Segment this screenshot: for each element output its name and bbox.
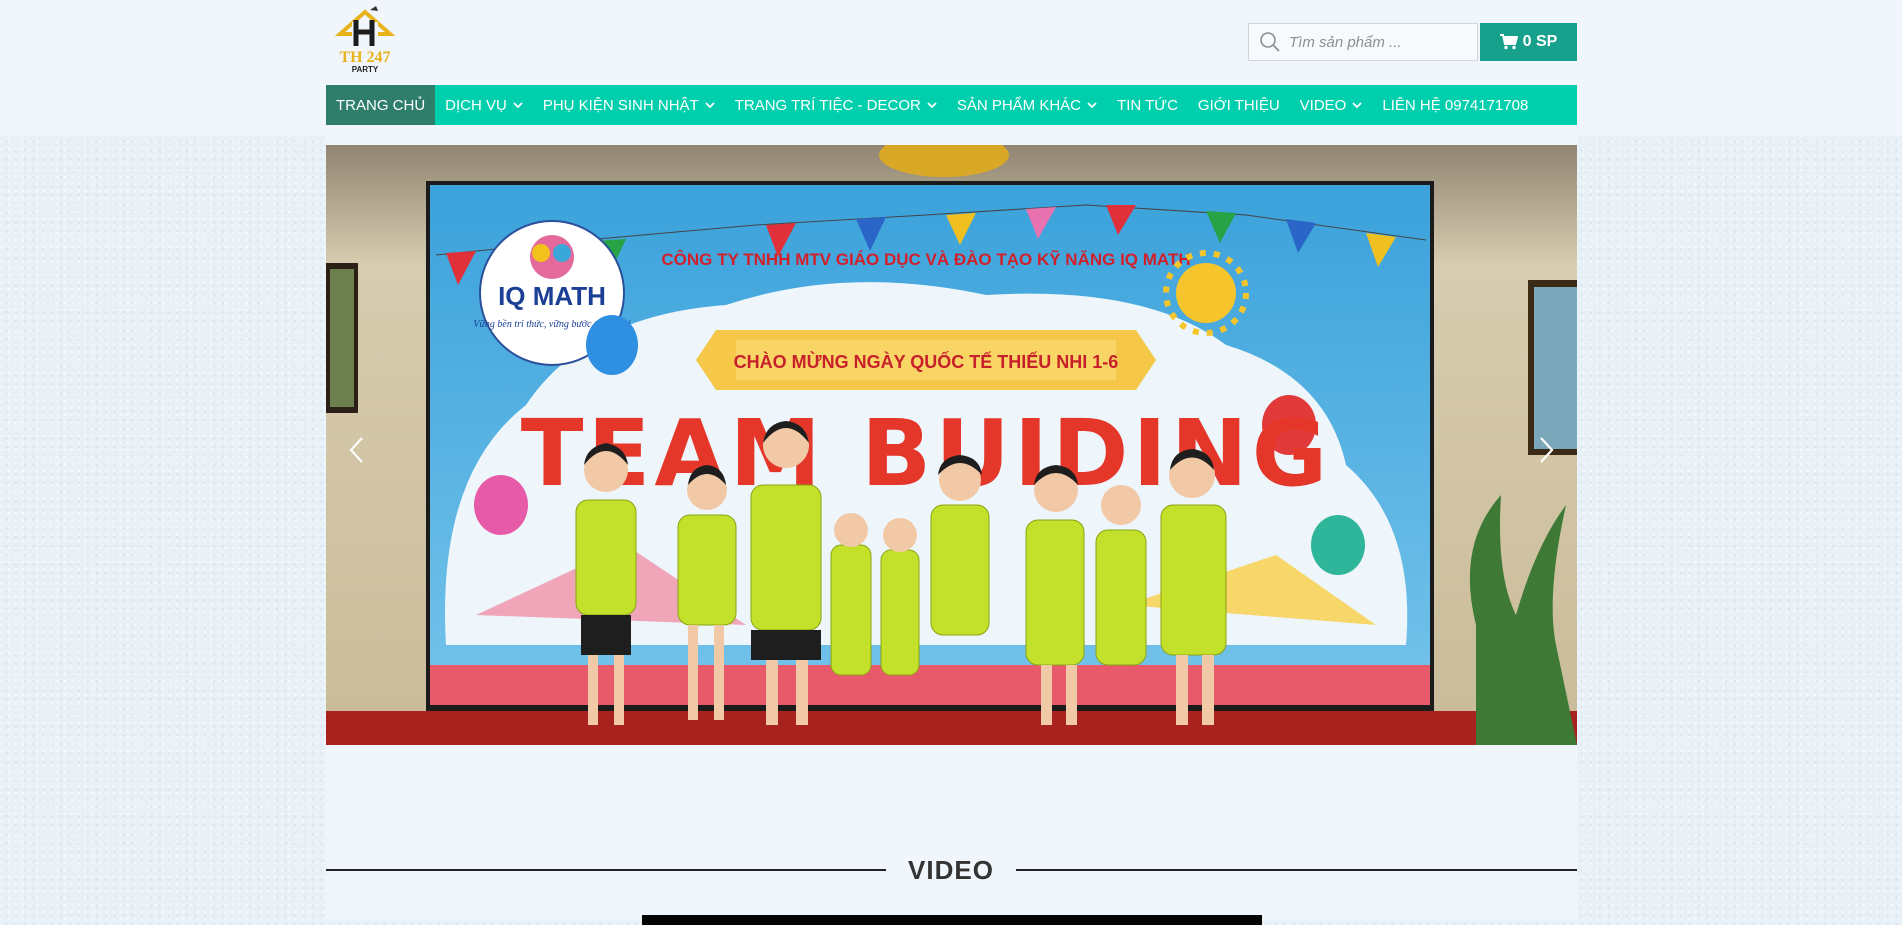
site-logo[interactable]: TH 247 PARTY — [330, 4, 400, 74]
section-divider — [326, 869, 886, 871]
nav-item-news[interactable]: TIN TỨC — [1107, 85, 1188, 125]
banner-logo-text: IQ MATH — [498, 281, 606, 311]
banner-headline: TEAM BUIDING — [521, 400, 1332, 507]
logo-subtext: PARTY — [352, 65, 379, 74]
nav-item-label: DỊCH VỤ — [445, 96, 507, 114]
nav-item-label: SẢN PHẨM KHÁC — [956, 96, 1082, 114]
nav-item-label: PHỤ KIỆN SINH NHẬT — [542, 96, 699, 114]
nav-item-other-products[interactable]: SẢN PHẨM KHÁC — [947, 85, 1107, 125]
chevron-down-icon — [1352, 101, 1362, 108]
search-input[interactable] — [1287, 26, 1471, 58]
main-nav: TRANG CHỦ DỊCH VỤ PHỤ KIỆN SINH NHẬT TRA… — [326, 85, 1577, 125]
video-section-header: VIDEO — [326, 856, 1577, 892]
page-container: TH 247 PARTY 0 SP TRANG CHỦ DỊCH VỤ PHỤ … — [326, 0, 1577, 925]
chevron-down-icon — [705, 101, 715, 108]
nav-item-services[interactable]: DỊCH VỤ — [435, 85, 533, 125]
nav-item-label: GIỚI THIỆU — [1197, 96, 1280, 114]
nav-item-label: TIN TỨC — [1117, 96, 1178, 114]
video-player[interactable] — [642, 915, 1262, 925]
banner-company-text: CÔNG TY TNHH MTV GIÁO DỤC VÀ ĐÀO TẠO KỸ … — [661, 249, 1190, 269]
banner-ribbon-text: CHÀO MỪNG NGÀY QUỐC TẾ THIẾU NHI 1-6 — [734, 351, 1119, 372]
hero-slider[interactable]: IQ MATH Vững bền tri thức, vững bước tươ… — [326, 145, 1577, 745]
nav-item-about[interactable]: GIỚI THIỆU — [1188, 85, 1290, 125]
nav-item-home[interactable]: TRANG CHỦ — [326, 85, 436, 125]
chevron-down-icon — [1087, 101, 1097, 108]
nav-item-decor[interactable]: TRANG TRÍ TIỆC - DECOR — [725, 85, 947, 125]
slide-image: IQ MATH Vững bền tri thức, vững bước tươ… — [326, 145, 1577, 745]
cart-icon — [1499, 34, 1518, 50]
nav-item-video[interactable]: VIDEO — [1290, 85, 1373, 125]
chevron-down-icon — [513, 101, 523, 108]
slider-prev-arrow[interactable] — [342, 430, 372, 470]
nav-item-label: LIÊN HỆ 0974171708 — [1382, 96, 1529, 114]
search-icon — [1260, 32, 1280, 52]
slider-next-arrow[interactable] — [1531, 430, 1561, 470]
cart-label: 0 SP — [1522, 33, 1558, 50]
nav-item-contact[interactable]: LIÊN HỆ 0974171708 — [1372, 85, 1538, 125]
section-title: VIDEO — [908, 855, 994, 885]
nav-item-label: VIDEO — [1299, 96, 1347, 114]
chevron-down-icon — [927, 101, 937, 108]
section-divider — [1016, 869, 1577, 871]
cart-button[interactable]: 0 SP — [1480, 23, 1577, 61]
logo-text: TH 247 — [339, 49, 390, 66]
nav-item-label: TRANG TRÍ TIỆC - DECOR — [734, 96, 921, 114]
nav-item-birthday-accessories[interactable]: PHỤ KIỆN SINH NHẬT — [533, 85, 725, 125]
search-box — [1248, 23, 1478, 61]
nav-item-label: TRANG CHỦ — [336, 96, 426, 114]
